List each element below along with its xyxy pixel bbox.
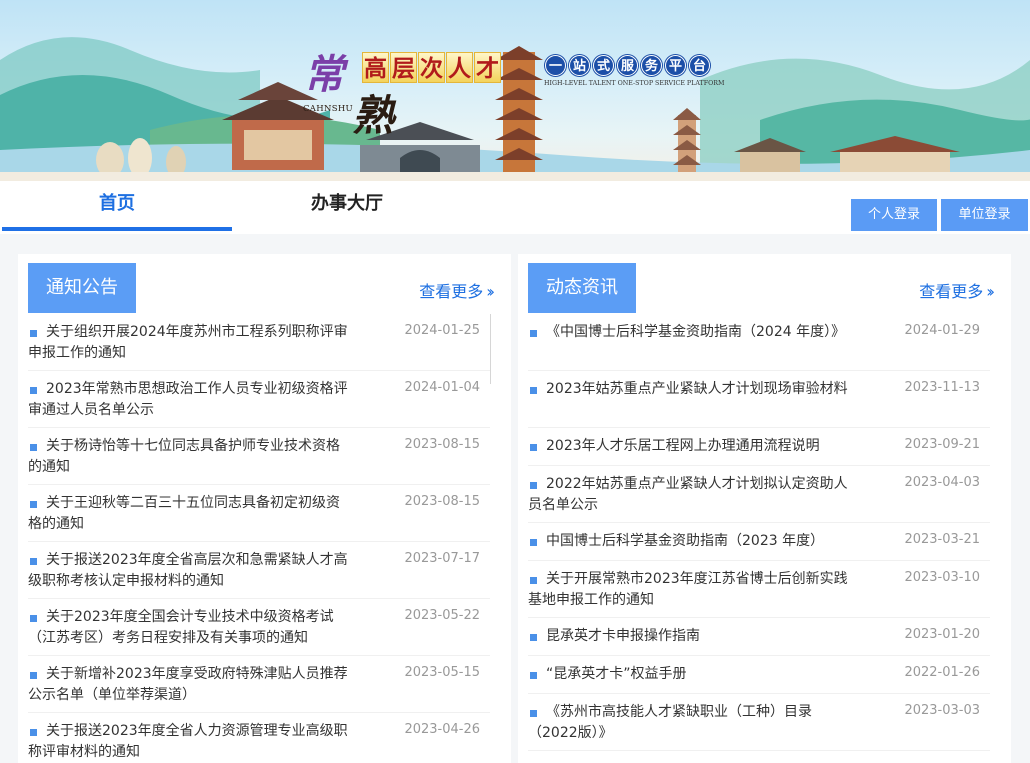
news-title[interactable]: 中国博士后科学基金资助指南（2023 年度） [528, 531, 848, 552]
news-date: 2023-09-21 [904, 437, 980, 452]
news-date: 2023-03-21 [904, 532, 980, 547]
news-title[interactable]: 2023年人才乐居工程网上办理通用流程说明 [528, 436, 848, 457]
notices-more-link[interactable]: 查看更多 ›› [419, 278, 495, 302]
news-item[interactable]: 昆承英才卡申报操作指南 2023-01-20 [528, 618, 990, 656]
double-chevron-right-icon: ›› [986, 282, 995, 301]
header-banner: 常 熟 CAHNSHU 高 层 次 人 才 一 站 式 服 务 平 台 HIGH… [0, 0, 1030, 181]
logo-onestop-char: 一 [545, 55, 566, 76]
news-title[interactable]: 2022年姑苏重点产业紧缺人才计划拟认定资助人员名单公示 [528, 474, 848, 516]
logo-talent-title: 高 层 次 人 才 [362, 52, 501, 83]
notices-more-label: 查看更多 [419, 282, 484, 301]
logo-cahnshu-text: CAHNSHU [303, 104, 353, 114]
logo-talent-char: 层 [390, 52, 417, 83]
notice-date: 2023-08-15 [404, 494, 480, 509]
logo-onestop-char: 台 [689, 55, 710, 76]
platform-logo: 常 熟 CAHNSHU 高 层 次 人 才 一 站 式 服 务 平 台 HIGH… [300, 42, 740, 152]
logo-onestop-char: 站 [569, 55, 590, 76]
logo-onestop-char: 务 [641, 55, 662, 76]
notice-title[interactable]: 关于报送2023年度全省人力资源管理专业高级职称评审材料的通知 [28, 721, 348, 763]
news-date: 2023-03-10 [904, 570, 980, 585]
news-title[interactable]: “昆承英才卡”权益手册 [528, 664, 848, 685]
news-item[interactable]: 关于开展常熟市2023年度江苏省博士后创新实践基地申报工作的通知 2023-03-… [528, 561, 990, 618]
news-date: 2024-01-29 [904, 323, 980, 338]
news-title[interactable]: 《苏州市高技能人才紧缺职业（工种）目录（2022版）》 [528, 702, 848, 744]
notice-date: 2023-08-15 [404, 437, 480, 452]
double-chevron-right-icon: ›› [486, 282, 495, 301]
notice-date: 2023-04-26 [404, 722, 480, 737]
news-item[interactable]: 中国博士后科学基金资助指南（2023 年度） 2023-03-21 [528, 523, 990, 561]
notice-title[interactable]: 关于杨诗怡等十七位同志具备护师专业技术资格的通知 [28, 436, 348, 478]
notices-panel: 通知公告 查看更多 ›› 关于组织开展2024年度苏州市工程系列职称评审申报工作的… [18, 254, 511, 763]
news-date: 2023-01-20 [904, 627, 980, 642]
notice-date: 2023-05-15 [404, 665, 480, 680]
tab-service-hall[interactable]: 办事大厅 [232, 181, 462, 231]
main-nav-bar: 首页 办事大厅 个人登录 单位登录 [0, 181, 1030, 234]
news-date: 2023-04-03 [904, 475, 980, 490]
news-title[interactable]: 昆承英才卡申报操作指南 [528, 626, 848, 647]
logo-talent-char: 人 [446, 52, 473, 83]
notice-item[interactable]: 关于报送2023年度全省高层次和急需紧缺人才高级职称考核认定申报材料的通知 202… [28, 542, 490, 599]
notices-scrollbar[interactable] [490, 314, 491, 384]
unit-login-button[interactable]: 单位登录 [941, 199, 1028, 231]
notice-title[interactable]: 关于王迎秋等二百三十五位同志具备初定初级资格的通知 [28, 493, 348, 535]
notice-date: 2023-07-17 [404, 551, 480, 566]
news-more-label: 查看更多 [919, 282, 984, 301]
notice-item[interactable]: 2023年常熟市思想政治工作人员专业初级资格评审通过人员名单公示 2024-01-… [28, 371, 490, 428]
notice-item[interactable]: 关于新增补2023年度享受政府特殊津贴人员推荐公示名单（单位举荐渠道） 2023-… [28, 656, 490, 713]
logo-talent-char: 次 [418, 52, 445, 83]
notice-item[interactable]: 关于组织开展2024年度苏州市工程系列职称评审申报工作的通知 2024-01-25 [28, 314, 490, 371]
notice-title[interactable]: 关于组织开展2024年度苏州市工程系列职称评审申报工作的通知 [28, 322, 348, 364]
personal-login-button[interactable]: 个人登录 [851, 199, 937, 231]
news-title[interactable]: 关于开展常熟市2023年度江苏省博士后创新实践基地申报工作的通知 [528, 569, 848, 611]
notice-title[interactable]: 关于2023年度全国会计专业技术中级资格考试（江苏考区）考务日程安排及有关事项的… [28, 607, 348, 649]
notices-list: 关于组织开展2024年度苏州市工程系列职称评审申报工作的通知 2024-01-25… [28, 314, 490, 763]
logo-talent-char: 才 [474, 52, 501, 83]
tab-home[interactable]: 首页 [2, 181, 232, 231]
notice-item[interactable]: 关于王迎秋等二百三十五位同志具备初定初级资格的通知 2023-08-15 [28, 485, 490, 542]
news-item[interactable]: 《苏州市高技能人才紧缺职业（工种）目录（2022版）》 2023-03-03 [528, 694, 990, 751]
notices-heading: 通知公告 [28, 263, 136, 313]
news-item[interactable]: 2023年人才乐居工程网上办理通用流程说明 2023-09-21 [528, 428, 990, 466]
news-list: 《中国博士后科学基金资助指南（2024 年度）》 2024-01-29 2023年… [528, 314, 990, 751]
logo-chang-character: 常 [304, 51, 344, 98]
news-title[interactable]: 2023年姑苏重点产业紧缺人才计划现场审验材料 [528, 379, 848, 400]
logo-onestop-char: 平 [665, 55, 686, 76]
news-item[interactable]: 2022年姑苏重点产业紧缺人才计划拟认定资助人员名单公示 2023-04-03 [528, 466, 990, 523]
notice-date: 2024-01-25 [404, 323, 480, 338]
news-heading: 动态资讯 [528, 263, 636, 313]
logo-onestop-title: 一 站 式 服 务 平 台 [545, 55, 710, 76]
notice-title[interactable]: 关于新增补2023年度享受政府特殊津贴人员推荐公示名单（单位举荐渠道） [28, 664, 348, 706]
logo-talent-char: 高 [362, 52, 389, 83]
notice-item[interactable]: 关于杨诗怡等十七位同志具备护师专业技术资格的通知 2023-08-15 [28, 428, 490, 485]
notice-title[interactable]: 关于报送2023年度全省高层次和急需紧缺人才高级职称考核认定申报材料的通知 [28, 550, 348, 592]
notice-item[interactable]: 关于2023年度全国会计专业技术中级资格考试（江苏考区）考务日程安排及有关事项的… [28, 599, 490, 656]
logo-onestop-char: 式 [593, 55, 614, 76]
logo-onestop-char: 服 [617, 55, 638, 76]
notice-date: 2023-05-22 [404, 608, 480, 623]
logo-shu-character: 熟 [352, 91, 395, 140]
news-date: 2023-03-03 [904, 703, 980, 718]
news-date: 2022-01-26 [904, 665, 980, 680]
news-item[interactable]: “昆承英才卡”权益手册 2022-01-26 [528, 656, 990, 694]
news-item[interactable]: 《中国博士后科学基金资助指南（2024 年度）》 2024-01-29 [528, 314, 990, 371]
news-panel: 动态资讯 查看更多 ›› 《中国博士后科学基金资助指南（2024 年度）》 2024… [518, 254, 1011, 763]
notice-title[interactable]: 2023年常熟市思想政治工作人员专业初级资格评审通过人员名单公示 [28, 379, 348, 421]
news-title[interactable]: 《中国博士后科学基金资助指南（2024 年度）》 [528, 322, 848, 343]
notice-date: 2024-01-04 [404, 380, 480, 395]
news-item[interactable]: 2023年姑苏重点产业紧缺人才计划现场审验材料 2023-11-13 [528, 371, 990, 428]
notice-item[interactable]: 关于报送2023年度全省人力资源管理专业高级职称评审材料的通知 2023-04-2… [28, 713, 490, 763]
news-more-link[interactable]: 查看更多 ›› [919, 278, 995, 302]
news-date: 2023-11-13 [904, 380, 980, 395]
logo-english-subtitle: HIGH-LEVEL TALENT ONE-STOP SERVICE PLATF… [544, 80, 725, 87]
